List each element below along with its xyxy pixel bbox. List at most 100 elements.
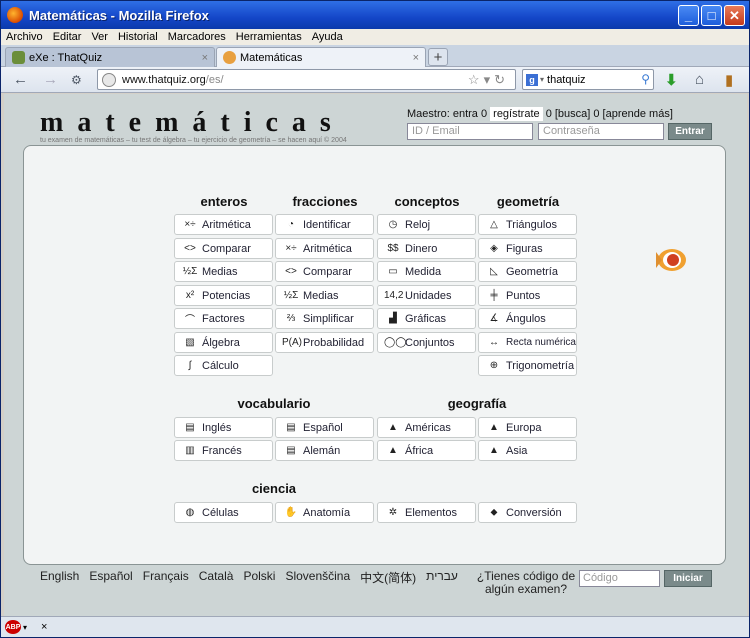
btn-conceptos-unidades[interactable]: 14,2 Unidades bbox=[377, 285, 476, 306]
btn-ciencia-anatomia[interactable]: ✋ Anatomía bbox=[275, 502, 374, 523]
cell-icon: ◍ bbox=[185, 507, 195, 518]
history-icon[interactable]: ⚙ bbox=[71, 73, 82, 87]
email-field[interactable]: ID / Email bbox=[407, 123, 533, 140]
tab-close-icon[interactable]: × bbox=[202, 52, 208, 64]
btn-enteros-comparar[interactable]: <> Comparar bbox=[174, 238, 273, 259]
maximize-button[interactable]: □ bbox=[701, 5, 722, 26]
btn-label: Células bbox=[202, 506, 239, 519]
close-button[interactable]: ✕ bbox=[724, 5, 745, 26]
btn-fracciones-medias[interactable]: ½Σ Medias bbox=[275, 285, 374, 306]
entrar-button[interactable]: Entrar bbox=[668, 123, 712, 140]
lang-chinese[interactable]: 中文(简体) bbox=[360, 569, 416, 586]
back-arrow-icon[interactable]: ← bbox=[13, 71, 28, 88]
btn-fracciones-probabilidad[interactable]: P(A) Probabilidad bbox=[275, 332, 374, 353]
password-field[interactable]: Contraseña bbox=[538, 123, 664, 140]
btn-geometria-geometria[interactable]: ◺ Geometría bbox=[478, 261, 577, 282]
menu-bar: Archivo Editar Ver Historial Marcadores … bbox=[1, 29, 749, 45]
btn-label: Identificar bbox=[303, 218, 351, 231]
btn-label: Europa bbox=[506, 421, 542, 434]
clock-icon: ◷ bbox=[388, 219, 398, 230]
btn-fracciones-comparar[interactable]: <> Comparar bbox=[275, 261, 374, 282]
btn-enteros-algebra[interactable]: ▧ Álgebra bbox=[174, 332, 273, 353]
bookmark-star-icon[interactable]: ☆▾↻ bbox=[468, 72, 509, 88]
btn-vocabulario-espanol[interactable]: ▤ Español bbox=[275, 417, 374, 438]
lang-slovenscina[interactable]: Slovenščina bbox=[285, 569, 350, 586]
btn-enteros-aritmetica[interactable]: ×÷ Aritmética bbox=[174, 214, 273, 235]
menu-ver[interactable]: Ver bbox=[86, 31, 113, 43]
section-title-geografia: geografía bbox=[447, 396, 507, 411]
btn-geometria-figuras[interactable]: ◈ Figuras bbox=[478, 238, 577, 259]
tab-close-icon[interactable]: × bbox=[413, 52, 419, 64]
btn-conceptos-conjuntos[interactable]: ◯◯ Conjuntos bbox=[377, 332, 476, 353]
btn-enteros-medias[interactable]: ½Σ Medias bbox=[174, 261, 273, 282]
lang-polski[interactable]: Polski bbox=[243, 569, 275, 586]
iniciar-button[interactable]: Iniciar bbox=[664, 570, 712, 587]
adblock-icon[interactable]: ABP bbox=[5, 620, 21, 634]
tab-exe-thatquiz[interactable]: eXe : ThatQuiz × bbox=[5, 47, 215, 67]
busca-links[interactable]: 0 [busca] 0 [aprende más] bbox=[546, 108, 673, 120]
shapes-icon: ◈ bbox=[490, 243, 498, 254]
btn-label: Español bbox=[303, 421, 343, 434]
btn-fracciones-identificar[interactable]: ◔ Identificar bbox=[275, 214, 374, 235]
btn-conceptos-reloj[interactable]: ◷ Reloj bbox=[377, 214, 476, 235]
probability-icon: P(A) bbox=[282, 337, 302, 348]
code-input[interactable]: Código bbox=[579, 570, 660, 587]
btn-label: Dinero bbox=[405, 242, 438, 255]
url-bar[interactable]: www.thatquiz.org/es/ ☆▾↻ bbox=[97, 69, 516, 90]
btn-label: Geometría bbox=[506, 265, 558, 278]
menu-historial[interactable]: Historial bbox=[113, 31, 163, 43]
btn-label: Medida bbox=[405, 265, 442, 278]
btn-geometria-recta-numerica[interactable]: ↔ Recta numérica bbox=[478, 332, 577, 353]
btn-fracciones-simplificar[interactable]: ⅔ Simplificar bbox=[275, 308, 374, 329]
btn-geografia-asia[interactable]: ▲ Asia bbox=[478, 440, 577, 461]
algebra-icon: ▧ bbox=[185, 337, 195, 348]
btn-label: Triángulos bbox=[506, 218, 557, 231]
btn-conceptos-dinero[interactable]: $$ Dinero bbox=[377, 238, 476, 259]
status-close-icon[interactable]: × bbox=[41, 621, 47, 633]
menu-archivo[interactable]: Archivo bbox=[1, 31, 48, 43]
btn-ciencia-celulas[interactable]: ◍ Células bbox=[174, 502, 273, 523]
home-icon[interactable]: ⌂ bbox=[695, 71, 704, 88]
btn-geografia-africa[interactable]: ▲ África bbox=[377, 440, 476, 461]
btn-enteros-factores[interactable]: ⌒ Factores bbox=[174, 308, 273, 329]
menu-marcadores[interactable]: Marcadores bbox=[163, 31, 231, 43]
btn-vocabulario-ingles[interactable]: ▤ Inglés bbox=[174, 417, 273, 438]
btn-geometria-angulos[interactable]: ∡ Ángulos bbox=[478, 308, 577, 329]
search-bar[interactable]: g ▾ thatquiz ⚲ bbox=[522, 69, 654, 90]
lang-espanol[interactable]: Español bbox=[89, 569, 132, 586]
btn-vocabulario-aleman[interactable]: ▤ Alemán bbox=[275, 440, 374, 461]
btn-ciencia-elementos[interactable]: ✲ Elementos bbox=[377, 502, 476, 523]
btn-enteros-potencias[interactable]: x² Potencias bbox=[174, 285, 273, 306]
lang-catala[interactable]: Català bbox=[199, 569, 234, 586]
lang-francais[interactable]: Français bbox=[143, 569, 189, 586]
minimize-button[interactable]: _ bbox=[678, 5, 699, 26]
menu-editar[interactable]: Editar bbox=[48, 31, 87, 43]
btn-conceptos-graficas[interactable]: ▟ Gráficas bbox=[377, 308, 476, 329]
btn-geografia-europa[interactable]: ▲ Europa bbox=[478, 417, 577, 438]
conversion-icon: ⬥ bbox=[490, 507, 498, 518]
menu-herramientas[interactable]: Herramientas bbox=[231, 31, 307, 43]
btn-geometria-trigonometria[interactable]: ⊕ Trigonometría bbox=[478, 355, 577, 376]
site-logo[interactable]: matemáticas bbox=[40, 107, 345, 139]
btn-ciencia-conversion[interactable]: ⬥ Conversión bbox=[478, 502, 577, 523]
forward-arrow-icon[interactable]: → bbox=[43, 71, 58, 88]
menu-ayuda[interactable]: Ayuda bbox=[307, 31, 348, 43]
registrate-link[interactable]: regístrate bbox=[490, 107, 543, 121]
new-tab-button[interactable]: + bbox=[428, 48, 448, 66]
btn-geometria-triangulos[interactable]: △ Triángulos bbox=[478, 214, 577, 235]
adblock-dropdown-icon[interactable]: ▾ bbox=[23, 623, 27, 632]
tab-matematicas[interactable]: Matemáticas × bbox=[216, 47, 426, 67]
search-icon[interactable]: ⚲ bbox=[641, 72, 650, 86]
bookmarks-icon[interactable]: ▮ bbox=[725, 71, 733, 89]
germany-flag-icon: ▤ bbox=[286, 445, 296, 456]
btn-conceptos-medida[interactable]: ▭ Medida bbox=[377, 261, 476, 282]
google-icon[interactable]: g bbox=[526, 73, 538, 86]
lang-english[interactable]: English bbox=[40, 569, 79, 586]
btn-enteros-calculo[interactable]: ∫ Cálculo bbox=[174, 355, 273, 376]
lang-hebrew[interactable]: עברית bbox=[426, 569, 458, 586]
btn-geometria-puntos[interactable]: ╪ Puntos bbox=[478, 285, 577, 306]
btn-geografia-americas[interactable]: ▲ Américas bbox=[377, 417, 476, 438]
btn-vocabulario-frances[interactable]: ▥ Francés bbox=[174, 440, 273, 461]
btn-fracciones-aritmetica[interactable]: ×÷ Aritmética bbox=[275, 238, 374, 259]
download-arrow-icon[interactable]: ⬇ bbox=[665, 71, 678, 89]
